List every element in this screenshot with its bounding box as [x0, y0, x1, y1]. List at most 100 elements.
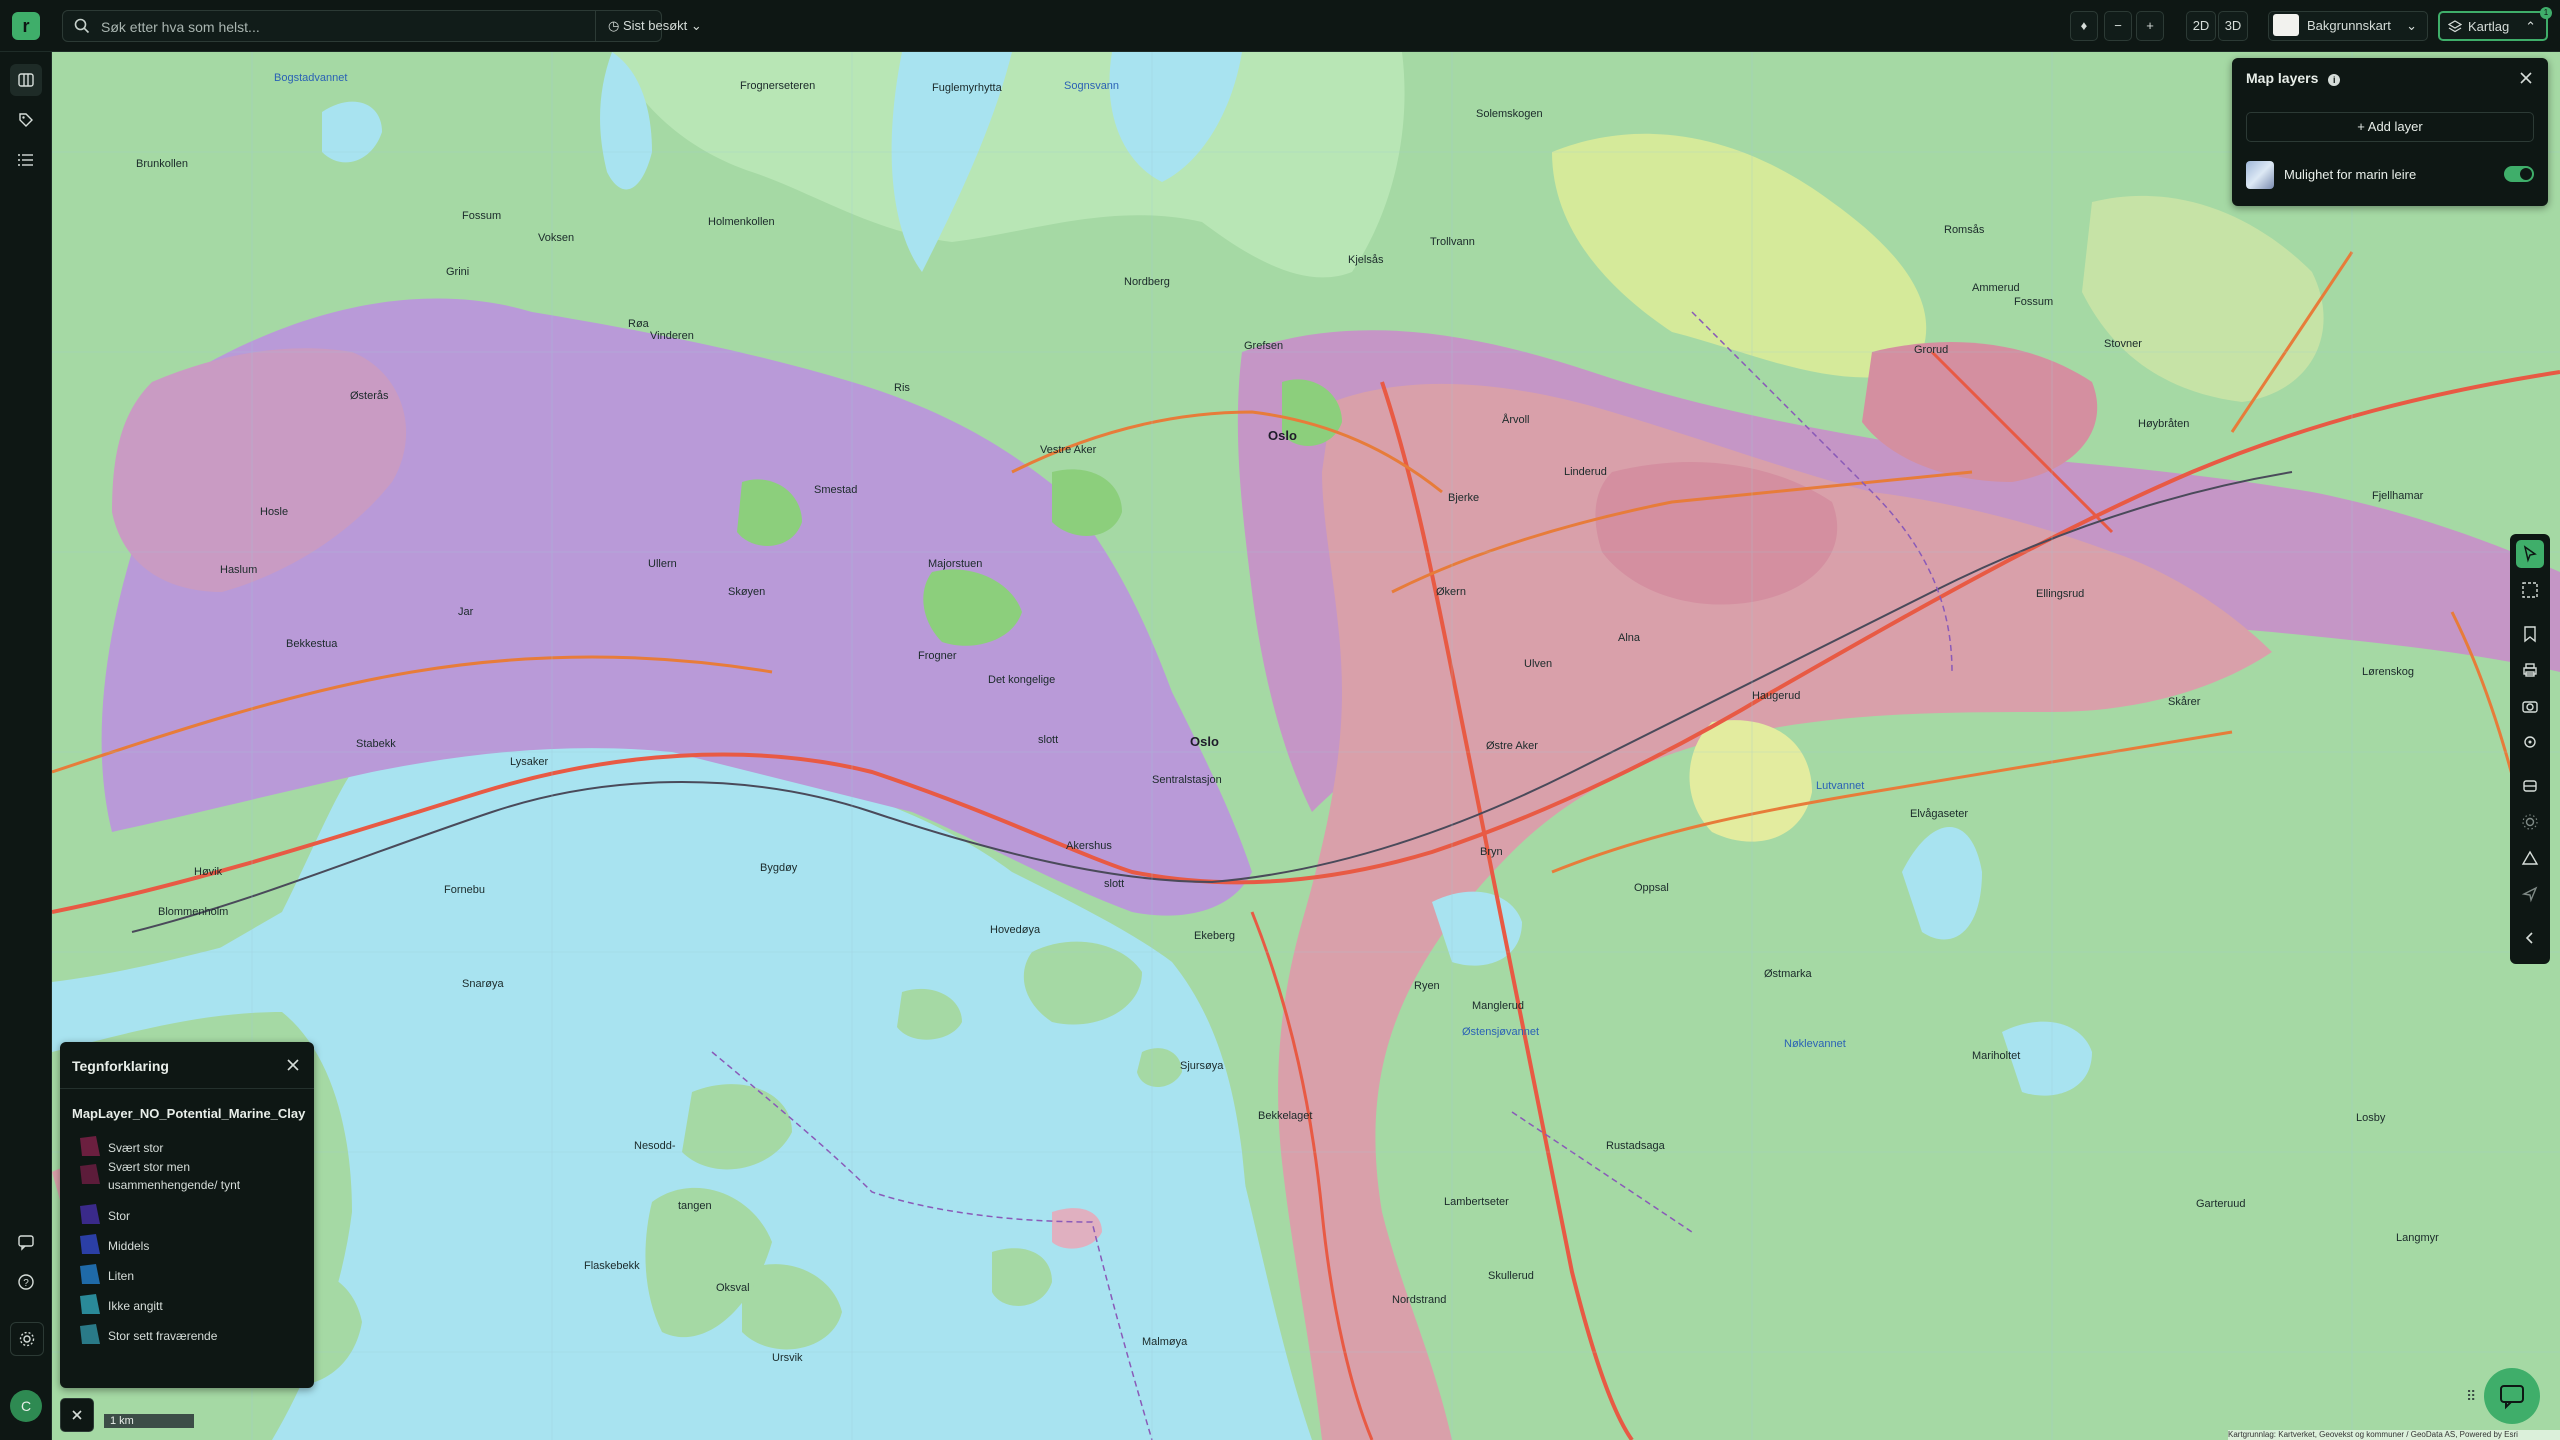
measure-tool[interactable] [2516, 844, 2544, 872]
layer-visibility-toggle[interactable] [2504, 166, 2534, 182]
close-icon[interactable] [2516, 68, 2536, 88]
place-label: Skårer [2168, 696, 2201, 708]
search-bar[interactable]: ◷ Sist besøkt ⌄ [62, 10, 702, 43]
place-label: Østmarka [1764, 968, 1812, 980]
legend-swatch [80, 1324, 100, 1344]
legend-item-label: Svært stor men usammenhengende/ tynt [108, 1160, 241, 1192]
basemap-dropdown[interactable]: Bakgrunnskart ⌄ [2268, 11, 2428, 41]
map-canvas[interactable]: Oslo Oslo Vestre Aker Nordberg Grefsen Holmen… [52, 52, 2560, 1440]
zoom-in-button[interactable]: + [2136, 11, 2164, 41]
place-label: Lysaker [510, 756, 549, 768]
target-icon [2524, 736, 2536, 748]
place-label: Vinderen [650, 330, 694, 342]
search-input[interactable] [99, 11, 593, 43]
place-label: Sentralstasjon [1152, 774, 1222, 786]
place-label: Østerås [350, 390, 389, 402]
legend-swatch [80, 1204, 100, 1224]
place-label: tangen [678, 1200, 712, 1212]
close-icon[interactable] [284, 1056, 302, 1074]
help-button[interactable]: ? [10, 1266, 42, 1298]
chat-icon [2500, 1385, 2524, 1410]
svg-text:?: ? [23, 1278, 29, 1289]
place-label: Mariholtet [1972, 1050, 2021, 1062]
select-tool[interactable] [2516, 540, 2544, 568]
tags-button[interactable] [10, 104, 42, 136]
legend-swatch [80, 1234, 100, 1254]
map-layers-title-text: Map layers [2246, 70, 2319, 86]
place-label: Høybråten [2138, 418, 2190, 430]
map-panel-button[interactable] [10, 64, 42, 96]
chevron-left-icon [2525, 932, 2533, 944]
place-label: slott [1038, 734, 1059, 746]
navigation-tool[interactable] [2516, 880, 2544, 908]
compass-button[interactable]: ♦ [2070, 11, 2098, 41]
place-label: Ammerud [1972, 282, 2020, 294]
place-label: Vestre Aker [1040, 444, 1097, 456]
place-label: Stovner [2104, 338, 2142, 350]
mode-3d-button[interactable]: 3D [2218, 11, 2248, 41]
place-label: Østre Aker [1486, 740, 1538, 752]
place-label: Nøklevannet [1784, 1038, 1846, 1050]
info-icon[interactable]: i [2328, 74, 2341, 86]
layer-row[interactable]: Mulighet for marin leire [2246, 158, 2534, 192]
legend-layer-name: MapLayer_NO_Potential_Marine_Clay [72, 1106, 306, 1121]
legend-item-label: Stor sett fraværende [108, 1329, 218, 1343]
add-layer-button[interactable]: + Add layer [2246, 112, 2534, 142]
place-label: Bogstadvannet [274, 72, 348, 84]
legend-swatch [80, 1164, 100, 1184]
place-label: Romsås [1944, 224, 1985, 236]
box-select-icon [2522, 582, 2538, 598]
layers-stack-tool[interactable] [2516, 772, 2544, 800]
mode-2d-button[interactable]: 2D [2186, 11, 2216, 41]
place-label: Røa [628, 318, 649, 330]
camera-icon [2522, 701, 2538, 713]
feedback-button[interactable] [10, 1226, 42, 1258]
legend-panel: Tegnforklaring MapLayer_NO_Potential_Mar… [60, 1042, 314, 1388]
place-label: Ris [894, 382, 910, 394]
print-tool[interactable] [2516, 656, 2544, 684]
place-label: Alna [1618, 632, 1641, 644]
place-label: Hovedøya [990, 924, 1041, 936]
layers-icon [2448, 20, 2462, 33]
add-layer-label: Add layer [2367, 119, 2423, 134]
place-label: Grini [446, 266, 470, 278]
layers-label: Kartlag [2468, 19, 2510, 34]
recent-visited-dropdown[interactable]: ◷ Sist besøkt ⌄ [595, 11, 727, 41]
settings-button[interactable] [10, 1322, 44, 1356]
legend-swatch [80, 1294, 100, 1314]
list-button[interactable] [10, 144, 42, 176]
collapse-tools-button[interactable] [2516, 924, 2544, 952]
place-label: Majorstuen [928, 558, 983, 570]
place-label: Trollvann [1430, 236, 1475, 248]
app-logo[interactable]: r [12, 12, 40, 40]
place-label: Nordstrand [1392, 1294, 1447, 1306]
map-icon [18, 73, 34, 87]
layers-button[interactable]: Kartlag ⌃ 1 [2438, 7, 2552, 41]
place-label: Sognsvann [1064, 80, 1120, 92]
bookmark-icon [2524, 626, 2536, 643]
sun-tool[interactable] [2516, 808, 2544, 836]
map-layers-panel: Map layers i + Add layer Mulighet for ma… [2232, 58, 2548, 206]
place-label: Bekkelaget [1258, 1110, 1313, 1122]
area-select-tool[interactable] [2516, 576, 2544, 604]
place-label: Blommenholm [158, 906, 229, 918]
place-label: Jar [458, 606, 474, 618]
place-label: Bjerke [1448, 492, 1480, 504]
drag-handle-icon[interactable]: ⠿ [2466, 1388, 2476, 1405]
map-tools [2510, 534, 2550, 964]
place-label: Grefsen [1244, 340, 1284, 352]
place-label: Langmyr [2396, 1232, 2439, 1244]
screenshot-tool[interactable] [2516, 692, 2544, 720]
place-label: Økern [1436, 586, 1466, 598]
chat-button[interactable] [2484, 1368, 2540, 1424]
user-avatar[interactable]: C [10, 1390, 42, 1422]
bookmark-tool[interactable] [2516, 620, 2544, 648]
place-label: Fossum [2014, 296, 2054, 308]
place-label: Flaskebekk [584, 1260, 640, 1272]
locate-tool[interactable] [2516, 728, 2544, 756]
gear-icon [19, 1331, 35, 1347]
place-label: Fjellhamar [2372, 490, 2424, 502]
place-label: Oppsal [1634, 882, 1669, 894]
zoom-out-button[interactable]: − [2104, 11, 2132, 41]
close-scale-button[interactable] [60, 1398, 94, 1432]
